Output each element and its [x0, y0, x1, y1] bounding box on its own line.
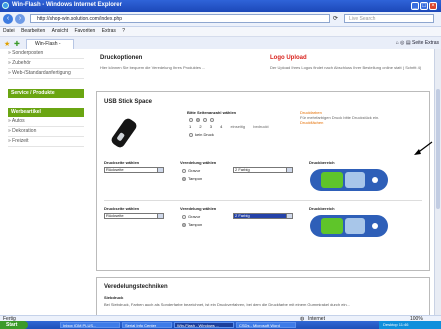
task-serial-info[interactable]: Serial Info Center: [122, 322, 172, 328]
menu-help[interactable]: ?: [122, 28, 125, 34]
window-title: Win-Flash - Windows Internet Explorer: [12, 2, 122, 8]
row1-print-side-label: Druckseite wählen: [104, 160, 140, 165]
sidebar-item-zubehoer[interactable]: » Zubehör: [8, 59, 84, 69]
row2-finish-tampon[interactable]: Tampon: [182, 222, 202, 227]
vertical-scrollbar[interactable]: [434, 49, 441, 321]
row2-print-side-label: Druckseite wählen: [104, 206, 140, 211]
veredelung-text: Bei Siebdruck, Farben auch als Sonderfar…: [104, 302, 350, 307]
maximize-button[interactable]: □: [420, 2, 428, 10]
count-radio-2[interactable]: [196, 117, 201, 122]
sidebar-section-werbeartikel[interactable]: Werbeartikel: [8, 108, 84, 117]
veredelung-title: Veredelungstechniken: [104, 284, 168, 290]
row2-print-side-select[interactable]: Rückseite: [104, 213, 164, 219]
sidebar-item-sonderposten[interactable]: » Sonderposten: [8, 49, 84, 59]
menu-tools[interactable]: Extras: [102, 28, 116, 34]
tab-win-flash[interactable]: Win-Flash -: [26, 39, 74, 49]
add-favorite-icon[interactable]: ✚: [14, 40, 20, 48]
single-side-text: einseitig bedruckt: [230, 124, 269, 129]
logo-upload-text: Der Upload Ihres Logos findet nach Absch…: [270, 65, 422, 70]
row1-print-side-select[interactable]: Rückseite: [104, 167, 164, 173]
search-input[interactable]: Live Search: [344, 14, 434, 23]
count-radio-3[interactable]: [203, 117, 208, 122]
favorites-star-icon[interactable]: ★: [4, 40, 10, 48]
logo-upload-section: Logo Upload Der Upload Ihres Logos finde…: [266, 51, 430, 87]
druckoptionen-section: Druckoptionen Hier können Sie bequem die…: [96, 51, 262, 87]
sidebar-item-web[interactable]: » Web-/Standardanfertigung: [8, 69, 84, 79]
menu-file[interactable]: Datei: [3, 28, 15, 34]
back-button[interactable]: ‹: [3, 14, 13, 24]
no-print-option[interactable]: kein Druck: [189, 132, 214, 137]
row2-usb-preview: [310, 215, 388, 237]
row1-finish-gravur[interactable]: Gravur: [182, 168, 200, 173]
row1-color-select[interactable]: 2 Farbig: [233, 167, 293, 173]
count-label: Bitte Seitenanzahl wählen: [187, 110, 237, 115]
close-button[interactable]: ×: [429, 2, 437, 10]
row2-finish-gravur[interactable]: Gravur: [182, 214, 200, 219]
count-radio-group: [189, 117, 216, 122]
sidebar-section-service[interactable]: Service / Produkte: [8, 89, 84, 98]
usb-title: USB Stick Space: [104, 99, 153, 105]
count-radio-4[interactable]: [210, 117, 215, 122]
address-row: ‹ › http://shop-win.solution.com/index.p…: [0, 12, 441, 27]
title-bar: Win-Flash - Windows Internet Explorer _ …: [0, 0, 441, 12]
arrow-annotation-icon: [414, 141, 433, 155]
task-win-flash[interactable]: Win-Flash - Windows ...: [174, 322, 234, 328]
druckoptionen-text: Hier können Sie bequem die Veredelung Ih…: [100, 65, 206, 70]
scrollbar-thumb[interactable]: [436, 89, 440, 209]
no-print-radio[interactable]: [189, 132, 193, 137]
chevron-down-icon: [286, 214, 292, 218]
row1-finish-tampon[interactable]: Tampon: [182, 176, 202, 181]
menu-favorites[interactable]: Favoriten: [74, 28, 95, 34]
task-inbox[interactable]: Inbox (DM PLUS...: [60, 322, 120, 328]
command-bar: ⌂ ◎ ▤ Seite Extras: [396, 39, 439, 47]
row1-usb-preview: [310, 169, 388, 191]
row1-preview-label: Druckbereich: [309, 160, 335, 165]
usb-config-box: USB Stick Space Bitte Seitenanzahl wähle…: [96, 91, 430, 271]
row2-finish-label: Veredelung wählen: [180, 206, 217, 211]
count-numbers: 1 2 3 4 einseitig bedruckt: [189, 124, 269, 129]
feeds-icon[interactable]: ◎: [400, 40, 404, 46]
sidebar-item-autos[interactable]: » Autos: [8, 117, 84, 127]
menu-view[interactable]: Ansicht: [52, 28, 68, 34]
row2-preview-label: Druckbereich: [309, 206, 335, 211]
count-radio-1[interactable]: [189, 117, 193, 122]
start-button[interactable]: Start: [0, 321, 28, 329]
chevron-down-icon: [157, 168, 163, 172]
page-content: » Sonderposten » Zubehör » Web-/Standard…: [0, 49, 434, 321]
veredelung-sub: Siebdruck: [104, 295, 124, 300]
menu-edit[interactable]: Bearbeiten: [21, 28, 45, 34]
taskbar: Start Inbox (DM PLUS... Serial Info Cent…: [0, 321, 441, 329]
home-icon[interactable]: ⌂: [396, 40, 399, 46]
task-word[interactable]: CSDs - Microsoft Word: [236, 322, 296, 328]
ie-logo-icon: [2, 2, 9, 9]
logo-upload-title[interactable]: Logo Upload: [270, 55, 307, 61]
row1-finish-label: Veredelung wählen: [180, 160, 217, 165]
print-notes: Druckfarben Für mehrfarbigen Druck bitte…: [300, 110, 380, 125]
print-icon[interactable]: ▤: [406, 40, 411, 46]
chevron-down-icon: [286, 168, 292, 172]
chevron-down-icon: [157, 214, 163, 218]
forward-button[interactable]: ›: [15, 14, 25, 24]
sidebar-item-freizeit[interactable]: » Freizeit: [8, 137, 84, 147]
menu-bar: Datei Bearbeiten Ansicht Favoriten Extra…: [0, 27, 441, 37]
system-tray: Desktop 11:46: [379, 321, 441, 329]
command-bar-text[interactable]: Seite Extras: [412, 40, 439, 46]
row2-color-select[interactable]: 2 Farbig: [233, 213, 293, 219]
row-divider: [104, 200, 422, 201]
sidebar: » Sonderposten » Zubehör » Web-/Standard…: [8, 49, 84, 147]
address-input[interactable]: http://shop-win.solution.com/index.php: [30, 14, 330, 23]
usb-stick-image: [111, 118, 137, 148]
druckoptionen-title: Druckoptionen: [100, 55, 143, 61]
minimize-button[interactable]: _: [411, 2, 419, 10]
sidebar-item-dekoration[interactable]: » Dekoration: [8, 127, 84, 137]
refresh-icon[interactable]: ⟳: [333, 15, 338, 22]
